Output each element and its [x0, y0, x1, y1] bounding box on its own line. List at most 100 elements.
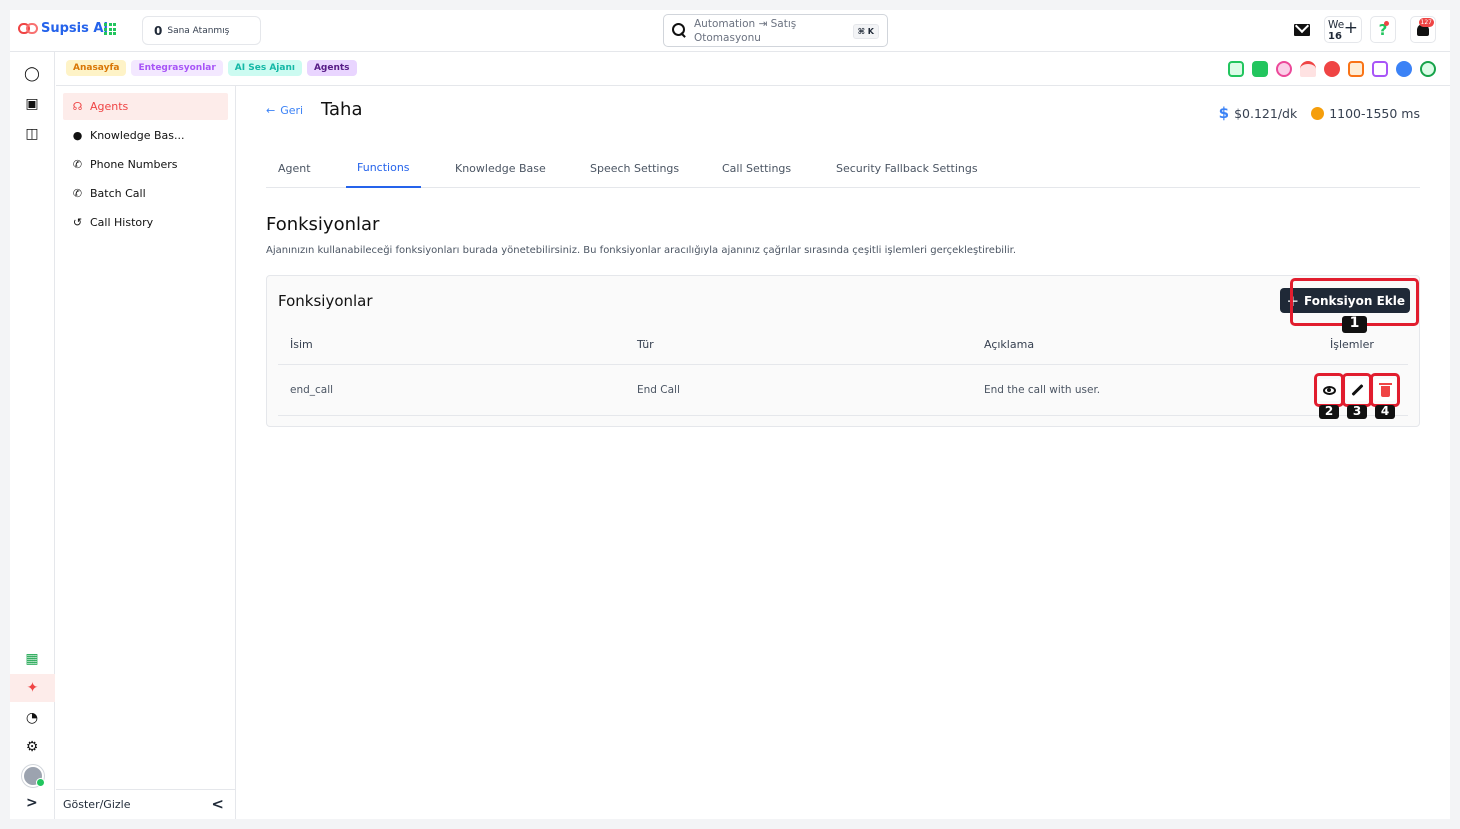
cost-stat: $ $0.121/dk — [1219, 104, 1298, 122]
functions-card: Fonksiyonlar + Fonksiyon Ekle İsim Tür A… — [266, 275, 1420, 427]
search-icon — [672, 23, 687, 38]
latency-value: 1100-1550 ms — [1329, 105, 1420, 121]
tab-call-settings[interactable]: Call Settings — [711, 149, 802, 188]
avatar[interactable] — [22, 765, 45, 787]
breadcrumb: Anasayfa Entegrasyonlar AI Ses Ajanı Age… — [66, 60, 357, 76]
breadcrumb-bar: Anasayfa Entegrasyonlar AI Ses Ajanı Age… — [56, 52, 1450, 86]
instagram-icon[interactable] — [1372, 61, 1388, 77]
notifications-button[interactable]: 127 — [1410, 16, 1436, 43]
function-description-cell: End the call with user. — [984, 384, 1101, 396]
phone-icon: ✆ — [72, 187, 83, 200]
breadcrumb-integrations[interactable]: Entegrasyonlar — [131, 60, 223, 76]
back-button[interactable]: ← Geri — [266, 104, 303, 117]
expand-chevron-icon[interactable]: > — [26, 795, 38, 811]
bot-icon[interactable] — [1228, 61, 1244, 77]
chevron-left-icon[interactable]: < — [211, 795, 224, 813]
column-header-type: Tür — [637, 338, 654, 351]
messenger-icon[interactable] — [1396, 61, 1412, 77]
workspace-label: We — [1328, 19, 1345, 31]
page-title: Taha — [321, 99, 363, 120]
inbox-icon[interactable]: ◫ — [23, 126, 41, 142]
column-header-actions: İşlemler — [1330, 338, 1374, 351]
sidebar-item-batch-call[interactable]: ✆ Batch Call — [63, 180, 228, 207]
wifi-icon[interactable] — [1300, 61, 1316, 77]
top-bar: Supsis Ai 0 Sana Atanmış Automation ⇥ Sa… — [10, 10, 1450, 52]
tab-agent[interactable]: Agent — [267, 149, 322, 188]
annotation-highlight — [1314, 373, 1344, 407]
breadcrumb-ai-voice-agent[interactable]: AI Ses Ajanı — [227, 60, 302, 76]
plus-icon: + — [1343, 18, 1358, 38]
workspace-button[interactable]: We 16 + — [1324, 16, 1362, 43]
apps-grid-icon[interactable] — [104, 23, 116, 35]
icon-rail: ◯ ▣ ◫ ▦ ✦ ◔ ⚙ > — [10, 52, 55, 819]
telegram-icon[interactable] — [1324, 61, 1340, 77]
section-description: Ajanınızın kullanabileceği fonksiyonları… — [266, 245, 1017, 256]
contacts-icon[interactable]: ▣ — [23, 96, 41, 112]
sidebar-item-label: Phone Numbers — [90, 158, 178, 171]
sidebar-item-label: Batch Call — [90, 187, 146, 200]
breadcrumb-home[interactable]: Anasayfa — [66, 60, 127, 76]
tab-functions[interactable]: Functions — [346, 149, 421, 188]
gear-icon[interactable]: ⚙ — [23, 739, 41, 755]
main-content: ← Geri Taha $ $0.121/dk 1100-1550 ms Agen… — [266, 86, 1420, 819]
tab-knowledge-base[interactable]: Knowledge Base — [444, 149, 557, 188]
tab-bar: Agent Functions Knowledge Base Speech Se… — [266, 149, 1420, 188]
annotation-label: 4 — [1375, 405, 1395, 419]
help-button[interactable]: ? — [1370, 16, 1396, 43]
divider — [278, 364, 1408, 365]
annotation-highlight — [1342, 373, 1372, 407]
annotation-highlight — [1370, 373, 1400, 407]
annotation-label: 3 — [1347, 405, 1367, 419]
assigned-count: 0 — [154, 23, 163, 38]
agent-stats: $ $0.121/dk 1100-1550 ms — [1219, 104, 1420, 122]
help-icon: ? — [1378, 20, 1388, 39]
assigned-label: Sana Atanmış — [167, 25, 230, 36]
sidebar-toggle[interactable]: Göster/Gizle < — [56, 789, 236, 819]
integrations-icon[interactable]: ✦ — [10, 674, 55, 702]
annotation-label: 2 — [1319, 405, 1339, 419]
top-right-actions: We 16 + ? 127 — [1294, 16, 1436, 43]
chat-icon[interactable]: ◯ — [23, 66, 41, 82]
sidebar-item-agents[interactable]: ☊ Agents — [63, 93, 228, 120]
column-header-description: Açıklama — [984, 338, 1035, 351]
card-title: Fonksiyonlar — [278, 292, 373, 310]
latency-stat: 1100-1550 ms — [1311, 106, 1420, 121]
stopwatch-icon — [1311, 106, 1325, 120]
dashboard-icon[interactable]: ▦ — [23, 651, 41, 667]
notification-badge: 127 — [1418, 18, 1434, 27]
whatsapp-icon[interactable] — [1348, 61, 1364, 77]
logo-icon — [18, 22, 38, 36]
headset-icon: ☊ — [72, 100, 83, 113]
function-name-cell: end_call — [290, 384, 334, 396]
function-type-cell: End Call — [637, 384, 680, 396]
leaf-icon[interactable] — [1420, 61, 1436, 77]
arrow-left-icon: ← — [266, 104, 276, 117]
sidebar-item-knowledge-base[interactable]: ● Knowledge Bas... — [63, 122, 228, 149]
tab-security-fallback-settings[interactable]: Security Fallback Settings — [825, 149, 989, 188]
tab-speech-settings[interactable]: Speech Settings — [579, 149, 690, 188]
section-title: Fonksiyonlar — [266, 214, 380, 235]
app-name: Supsis Ai — [41, 21, 108, 36]
app-logo[interactable]: Supsis Ai — [18, 21, 108, 36]
breadcrumb-agents[interactable]: Agents — [306, 60, 357, 76]
sidebar-toggle-label: Göster/Gizle — [63, 798, 131, 811]
search-placeholder: Automation ⇥ Satış Otomasyonu — [694, 17, 797, 44]
workspace-number: 16 — [1328, 31, 1342, 42]
sidebar-item-call-history[interactable]: ↺ Call History — [63, 209, 228, 236]
assigned-to-me-button[interactable]: 0 Sana Atanmış — [142, 16, 261, 45]
sidebar-item-phone-numbers[interactable]: ✆ Phone Numbers — [63, 151, 228, 178]
sub-sidebar: ☊ Agents ● Knowledge Bas... ✆ Phone Numb… — [56, 86, 236, 819]
users-icon[interactable] — [1276, 61, 1292, 77]
search-input[interactable]: Automation ⇥ Satış Otomasyonu ⌘ K — [663, 14, 888, 47]
column-header-name: İsim — [290, 338, 313, 351]
sidebar-item-label: Call History — [90, 216, 154, 229]
history-icon: ↺ — [72, 216, 83, 229]
mail-icon[interactable] — [1294, 23, 1310, 36]
list-icon[interactable] — [1252, 61, 1268, 77]
annotation-label: 1 — [1342, 316, 1367, 333]
back-label: Geri — [280, 104, 304, 117]
cost-value: $0.121/dk — [1234, 106, 1298, 121]
bulb-icon: ● — [72, 129, 83, 142]
search-shortcut: ⌘ K — [852, 24, 879, 39]
reports-icon[interactable]: ◔ — [23, 710, 41, 726]
